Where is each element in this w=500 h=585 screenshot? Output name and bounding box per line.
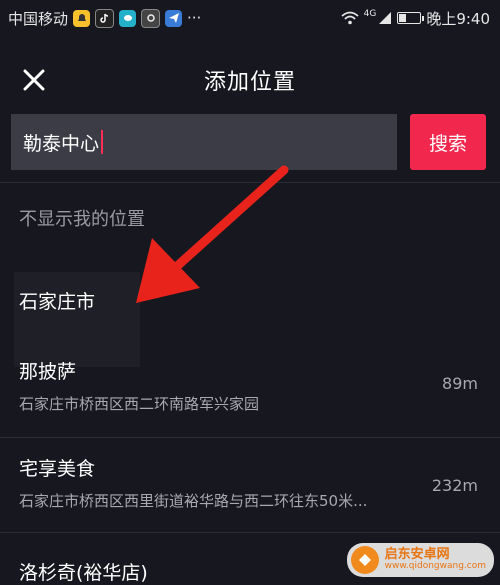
battery-level xyxy=(399,14,406,22)
watermark-text: 启东安卓网 www.qidongwang.com xyxy=(385,548,486,571)
hide-location-option[interactable]: 不显示我的位置 xyxy=(19,205,145,231)
bell-app-icon xyxy=(73,9,91,27)
search-row: 勒泰中心 搜索 xyxy=(0,114,500,172)
camera-app-icon xyxy=(141,8,161,28)
page-title: 添加位置 xyxy=(203,70,296,95)
text-caret xyxy=(101,130,104,154)
location-address: 石家庄市桥西区西里街道裕华路与西二环往东50米... xyxy=(19,492,368,510)
wifi-icon xyxy=(341,11,359,25)
location-distance: 89m xyxy=(442,374,478,393)
paper-plane-app-icon xyxy=(165,9,183,27)
watermark: 启东安卓网 www.qidongwang.com xyxy=(346,543,494,577)
watermark-logo-icon xyxy=(350,546,379,574)
search-input[interactable]: 勒泰中心 xyxy=(11,114,397,170)
location-name: 宅享美食 xyxy=(19,458,96,480)
status-bar: 中国移动 ··· 4G 晚上9:40 xyxy=(0,0,500,36)
search-input-value: 勒泰中心 xyxy=(23,132,100,155)
chat-app-icon xyxy=(119,9,137,27)
search-button[interactable]: 搜索 xyxy=(410,114,486,170)
location-item-1[interactable]: 那披萨 89m 石家庄市桥西区西二环南路军兴家园 xyxy=(0,345,500,435)
status-right: 4G 晚上9:40 xyxy=(341,8,490,29)
location-address: 石家庄市桥西区西二环南路军兴家园 xyxy=(19,395,260,413)
location-item-0[interactable]: 石家庄市 xyxy=(0,275,500,355)
watermark-cn: 启东安卓网 xyxy=(384,547,450,563)
location-item-2[interactable]: 宅享美食 232m 石家庄市桥西区西里街道裕华路与西二环往东50米... xyxy=(0,442,500,532)
location-name: 那披萨 xyxy=(19,361,77,383)
status-left: 中国移动 ··· xyxy=(8,8,201,29)
location-distance: 232m xyxy=(431,476,478,495)
carrier-label: 中国移动 xyxy=(8,9,69,28)
header: 添加位置 xyxy=(0,52,500,108)
network-type-label: 4G xyxy=(363,9,377,19)
clock: 晚上9:40 xyxy=(426,9,490,28)
signal-icon xyxy=(379,12,392,24)
divider xyxy=(0,182,500,183)
watermark-en: www.qidongwang.com xyxy=(384,561,486,572)
divider xyxy=(0,532,500,533)
tiktok-app-icon xyxy=(95,8,115,28)
more-indicator: ··· xyxy=(187,9,202,27)
divider xyxy=(0,437,500,438)
battery-icon xyxy=(397,12,425,24)
location-name: 石家庄市 xyxy=(19,291,96,313)
